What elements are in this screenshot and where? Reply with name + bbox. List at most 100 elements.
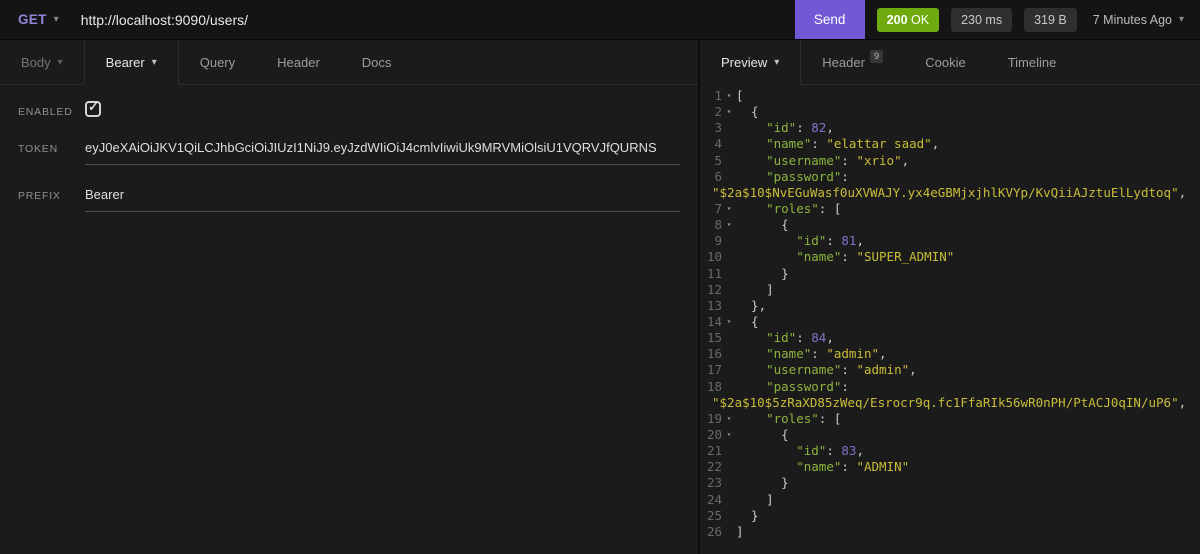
line-number: 21 [706, 443, 722, 459]
code-line: 7 ▾ "roles": [ [700, 201, 1200, 217]
status-text: OK [911, 12, 930, 27]
tab-timeline[interactable]: Timeline [987, 40, 1078, 84]
code-text: "name": "ADMIN" [796, 459, 910, 475]
code-line: 6 "password": [700, 169, 1200, 185]
tab-timeline-label: Timeline [1007, 54, 1057, 70]
line-gutter: 4 [700, 136, 736, 152]
code-line: 16 "name": "admin", [700, 346, 1200, 362]
history-dropdown[interactable]: 7 Minutes Ago ▾ [1077, 0, 1200, 39]
fold-arrow-icon[interactable]: ▾ [722, 88, 736, 104]
line-gutter: 13 [700, 298, 736, 314]
response-pane: Preview ▾ Header 9 Cookie Timeline 1 ▾[2 ▾… [700, 40, 1200, 554]
enabled-checkbox[interactable]: ✓ [85, 99, 101, 117]
line-number: 17 [706, 362, 722, 378]
code-text: ] [736, 281, 774, 297]
main-split: Body ▾ Bearer ▾ Query Header Docs ENABLE… [0, 40, 1200, 554]
tab-auth-bearer[interactable]: Bearer ▾ [83, 40, 179, 85]
code-line: 3 "id": 82, [700, 120, 1200, 136]
tab-preview[interactable]: Preview ▾ [700, 40, 802, 85]
tab-header[interactable]: Header [256, 40, 341, 84]
line-gutter: 8 ▾ [700, 217, 736, 233]
line-number: 13 [706, 297, 722, 313]
line-gutter: 10 [700, 249, 736, 265]
code-line: "$2a$10$5zRaXD85zWeq/Esrocr9q.fc1FfaRIk5… [700, 395, 1200, 411]
line-number: 26 [706, 523, 722, 539]
status-badge: 200 OK [876, 7, 940, 32]
line-gutter: 15 [700, 330, 736, 346]
code-text: "username": "admin", [766, 362, 917, 378]
code-line: 24 ] [700, 492, 1200, 508]
code-text: } [736, 265, 789, 281]
code-line: 18 "password": [700, 379, 1200, 395]
token-input[interactable]: eyJ0eXAiOiJKV1QiLCJhbGciOiJIUzI1NiJ9.eyJ… [85, 140, 680, 165]
code-text: [ [736, 88, 744, 103]
enabled-label: ENABLED [18, 106, 73, 118]
code-text: } [736, 475, 789, 491]
method-dropdown[interactable]: GET ▾ [0, 0, 69, 39]
line-gutter: 21 [700, 443, 736, 459]
code-line: 14 ▾ { [700, 314, 1200, 330]
code-text: { [736, 217, 789, 233]
tab-docs-label: Docs [361, 54, 392, 70]
code-text: { [736, 426, 789, 442]
line-number: 14 [706, 313, 722, 329]
code-line: 10 "name": "SUPER_ADMIN" [700, 249, 1200, 265]
chevron-down-icon: ▾ [57, 56, 63, 68]
tab-response-header-label: Header [822, 54, 865, 70]
code-line: 9 "id": 81, [700, 233, 1200, 249]
token-row: TOKEN eyJ0eXAiOiJKV1QiLCJhbGciOiJIUzI1Ni… [18, 140, 680, 165]
tab-body[interactable]: Body ▾ [0, 40, 84, 84]
fold-arrow-icon[interactable]: ▾ [722, 217, 736, 233]
code-text: ] [736, 523, 744, 539]
line-number: 25 [706, 507, 722, 523]
tab-cookie[interactable]: Cookie [904, 40, 986, 84]
code-line: 15 "id": 84, [700, 330, 1200, 346]
fold-arrow-icon[interactable]: ▾ [722, 104, 736, 120]
tab-query[interactable]: Query [179, 40, 256, 84]
request-bar: GET ▾ http://localhost:9090/users/ Send … [0, 0, 1200, 40]
send-button[interactable]: Send [794, 0, 865, 39]
tab-response-header[interactable]: Header 9 [801, 40, 904, 84]
tab-header-label: Header [277, 54, 320, 70]
fold-arrow-icon[interactable]: ▾ [722, 411, 736, 427]
line-number: 24 [706, 491, 722, 507]
line-number: 11 [706, 265, 722, 281]
tab-auth-label: Bearer [105, 54, 145, 70]
tab-docs[interactable]: Docs [341, 40, 413, 84]
fold-arrow-icon[interactable]: ▾ [722, 314, 736, 330]
line-number: 15 [706, 330, 722, 346]
code-text: "name": "SUPER_ADMIN" [796, 249, 955, 265]
chevron-down-icon: ▾ [53, 14, 59, 25]
line-gutter: 19 ▾ [700, 411, 736, 427]
line-gutter: 22 [700, 459, 736, 475]
code-line: 23 } [700, 475, 1200, 491]
request-pane: Body ▾ Bearer ▾ Query Header Docs ENABLE… [0, 40, 700, 554]
code-line: 20 ▾ { [700, 427, 1200, 443]
code-text: "id": 81, [796, 233, 864, 249]
line-number: 1 [714, 88, 722, 103]
response-body[interactable]: 1 ▾[2 ▾ {3 "id": 82, 4 "name": "elattar saa… [700, 85, 1200, 554]
code-line: 2 ▾ { [700, 104, 1200, 120]
line-number: 5 [714, 152, 722, 168]
prefix-input[interactable]: Bearer [85, 187, 680, 212]
line-gutter: 24 [700, 492, 736, 508]
history-label: 7 Minutes Ago [1092, 12, 1172, 27]
fold-arrow-icon[interactable]: ▾ [722, 427, 736, 443]
code-line: 22 "name": "ADMIN" [700, 459, 1200, 475]
code-line: 19 ▾ "roles": [ [700, 411, 1200, 427]
code-line: 25 } [700, 508, 1200, 524]
code-text: "id": 83, [796, 443, 864, 459]
time-badge: 230 ms [951, 7, 1013, 32]
code-line: 8 ▾ { [700, 217, 1200, 233]
url-input[interactable]: http://localhost:9090/users/ [69, 0, 795, 39]
code-text: { [736, 104, 759, 120]
fold-arrow-icon[interactable]: ▾ [722, 201, 736, 217]
line-number: 16 [706, 346, 722, 362]
